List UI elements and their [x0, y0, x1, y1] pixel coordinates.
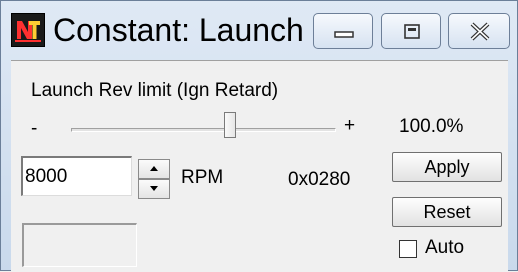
client-area: Launch Rev limit (Ign Retard) - + 100.0%…: [11, 60, 508, 272]
title-bar[interactable]: Constant: Launch ...: [1, 1, 517, 60]
window-title: Constant: Launch ...: [53, 12, 311, 48]
slider-min-label: -: [31, 118, 38, 139]
auto-checkbox[interactable]: [399, 240, 417, 258]
unit-label: RPM: [181, 167, 224, 188]
constant-window: Constant: Launch ... Launch Rev limit (I…: [0, 0, 518, 272]
reset-button[interactable]: Reset: [392, 197, 502, 227]
auto-label: Auto: [425, 237, 465, 258]
nt-logo-icon[interactable]: [11, 13, 45, 47]
spin-up-button[interactable]: [138, 159, 170, 179]
arrow-down-icon: [150, 186, 158, 191]
minimize-button[interactable]: [313, 13, 373, 49]
divider: [11, 60, 508, 61]
close-button[interactable]: [448, 13, 510, 49]
slider-max-label: +: [344, 115, 356, 136]
slider-track[interactable]: [71, 128, 336, 132]
minimize-icon: [334, 31, 354, 38]
rpm-spinner[interactable]: [138, 159, 170, 199]
rpm-value-input[interactable]: [21, 156, 132, 196]
close-icon: [470, 22, 490, 41]
maximize-icon: [404, 24, 420, 39]
spin-down-button[interactable]: [138, 179, 170, 199]
constant-description: Launch Rev limit (Ign Retard): [31, 80, 279, 101]
maximize-button[interactable]: [381, 13, 441, 49]
arrow-up-icon: [150, 166, 158, 171]
percent-readout: 100.0%: [399, 116, 464, 137]
hex-value: 0x0280: [288, 169, 351, 190]
status-readout: [22, 223, 137, 267]
slider-thumb[interactable]: [224, 112, 236, 138]
apply-button[interactable]: Apply: [392, 152, 502, 182]
